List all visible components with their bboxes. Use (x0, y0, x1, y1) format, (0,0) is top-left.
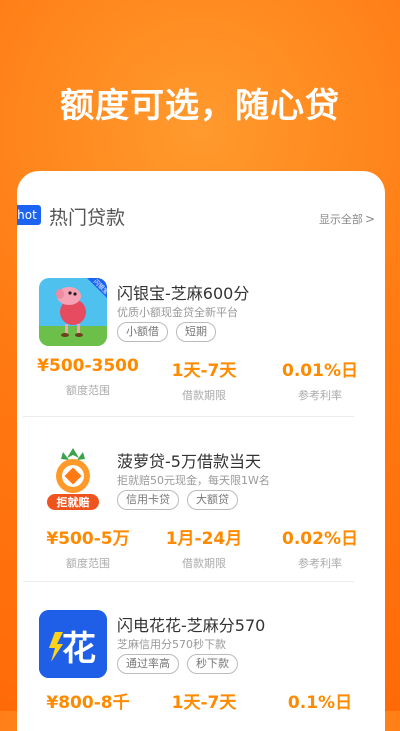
logo-text: 拒就赔 (57, 495, 90, 509)
loan-stats: ¥500-3500 额度范围 1天-7天 借款期限 0.01%日 参考利率 (17, 356, 385, 402)
loan-name: 菠萝贷-5万借款当天 (117, 452, 261, 471)
chevron-right-icon: > (364, 212, 375, 226)
term-label: 借款期限 (182, 389, 226, 402)
loan-tag: 通过率高 (117, 654, 179, 674)
amount-label: 额度范围 (66, 384, 110, 397)
loan-tag: 短期 (176, 322, 216, 342)
stat-term: 1天-7天 借款期限 (143, 356, 265, 403)
amount-value: ¥500-3500 (37, 356, 139, 376)
loan-item-shanyinbao[interactable]: 闪银宝 闪银宝-芝麻600分 优质小额现金贷全新平台 小额借 短期 ¥500-3… (17, 278, 385, 418)
amount-value: ¥500-5万 (46, 529, 130, 549)
lightning-hua-icon: 花 (39, 610, 107, 678)
loan-tag: 秒下款 (187, 654, 238, 674)
loan-tag: 信用卡贷 (117, 490, 179, 510)
term-value: 1天-7天 (171, 693, 237, 713)
loan-tags: 小额借 短期 (117, 322, 216, 342)
loan-name: 闪银宝-芝麻600分 (117, 284, 250, 303)
hot-tag: hot (17, 205, 41, 225)
loan-item-shandianhuahua[interactable]: 花 闪电花花-芝麻分570 芝麻信用分570秒下款 通过率高 秒下款 ¥800-… (17, 610, 385, 731)
loan-desc: 优质小额现金贷全新平台 (117, 306, 238, 319)
term-value: 1月-24月 (165, 529, 243, 549)
loan-item-boluodai[interactable]: 拒就赔 菠萝贷-5万借款当天 拒就赔50元现金，每天限1W名 信用卡贷 大额贷 … (17, 446, 385, 586)
pig-cartoon-icon: 闪银宝 (39, 278, 107, 346)
loan-stats: ¥500-5万 额度范围 1月-24月 借款期限 0.02%日 参考利率 (17, 524, 385, 570)
stat-rate: 0.02%日 参考利率 (259, 524, 381, 571)
loan-stats: ¥800-8千 1天-7天 0.1%日 (17, 688, 385, 728)
stat-amount: ¥500-3500 额度范围 (27, 356, 149, 398)
amount-label: 额度范围 (66, 557, 110, 570)
headline: 额度可选，随心贷 (60, 86, 340, 126)
stat-rate: 0.1%日 (259, 688, 381, 713)
stat-amount: ¥500-5万 额度范围 (27, 524, 149, 571)
section-title: 热门贷款 (49, 207, 126, 229)
pineapple-coin-icon: 拒就赔 (39, 446, 107, 514)
divider (23, 416, 354, 417)
rate-value: 0.02%日 (282, 529, 358, 549)
loan-desc: 拒就赔50元现金，每天限1W名 (117, 474, 270, 487)
term-label: 借款期限 (182, 557, 226, 570)
rate-label: 参考利率 (298, 389, 342, 402)
loan-tag: 小额借 (117, 322, 168, 342)
hot-loans-card: hot 热门贷款 显示全部 > 闪银宝 闪银宝-芝麻600分 优质小额现金贷全新… (17, 171, 385, 731)
loan-desc: 芝麻信用分570秒下款 (117, 638, 226, 651)
term-value: 1天-7天 (171, 361, 237, 381)
show-all-label: 显示全部 (318, 213, 363, 226)
stat-amount: ¥800-8千 (27, 688, 149, 713)
rate-value: 0.1%日 (287, 693, 353, 713)
stat-rate: 0.01%日 参考利率 (259, 356, 381, 403)
rate-value: 0.01%日 (282, 361, 358, 381)
divider (23, 581, 354, 582)
loan-tags: 信用卡贷 大额贷 (117, 490, 238, 510)
amount-value: ¥800-8千 (46, 693, 130, 713)
logo-text: 花 (62, 629, 96, 669)
rate-label: 参考利率 (298, 557, 342, 570)
section-header: hot 热门贷款 显示全部 > (17, 205, 385, 231)
loan-tag: 大额贷 (187, 490, 238, 510)
stat-term: 1月-24月 借款期限 (143, 524, 265, 571)
stat-term: 1天-7天 (143, 688, 265, 713)
loan-tags: 通过率高 秒下款 (117, 654, 238, 674)
loan-name: 闪电花花-芝麻分570 (117, 616, 266, 635)
show-all-link[interactable]: 显示全部 > (319, 211, 375, 227)
